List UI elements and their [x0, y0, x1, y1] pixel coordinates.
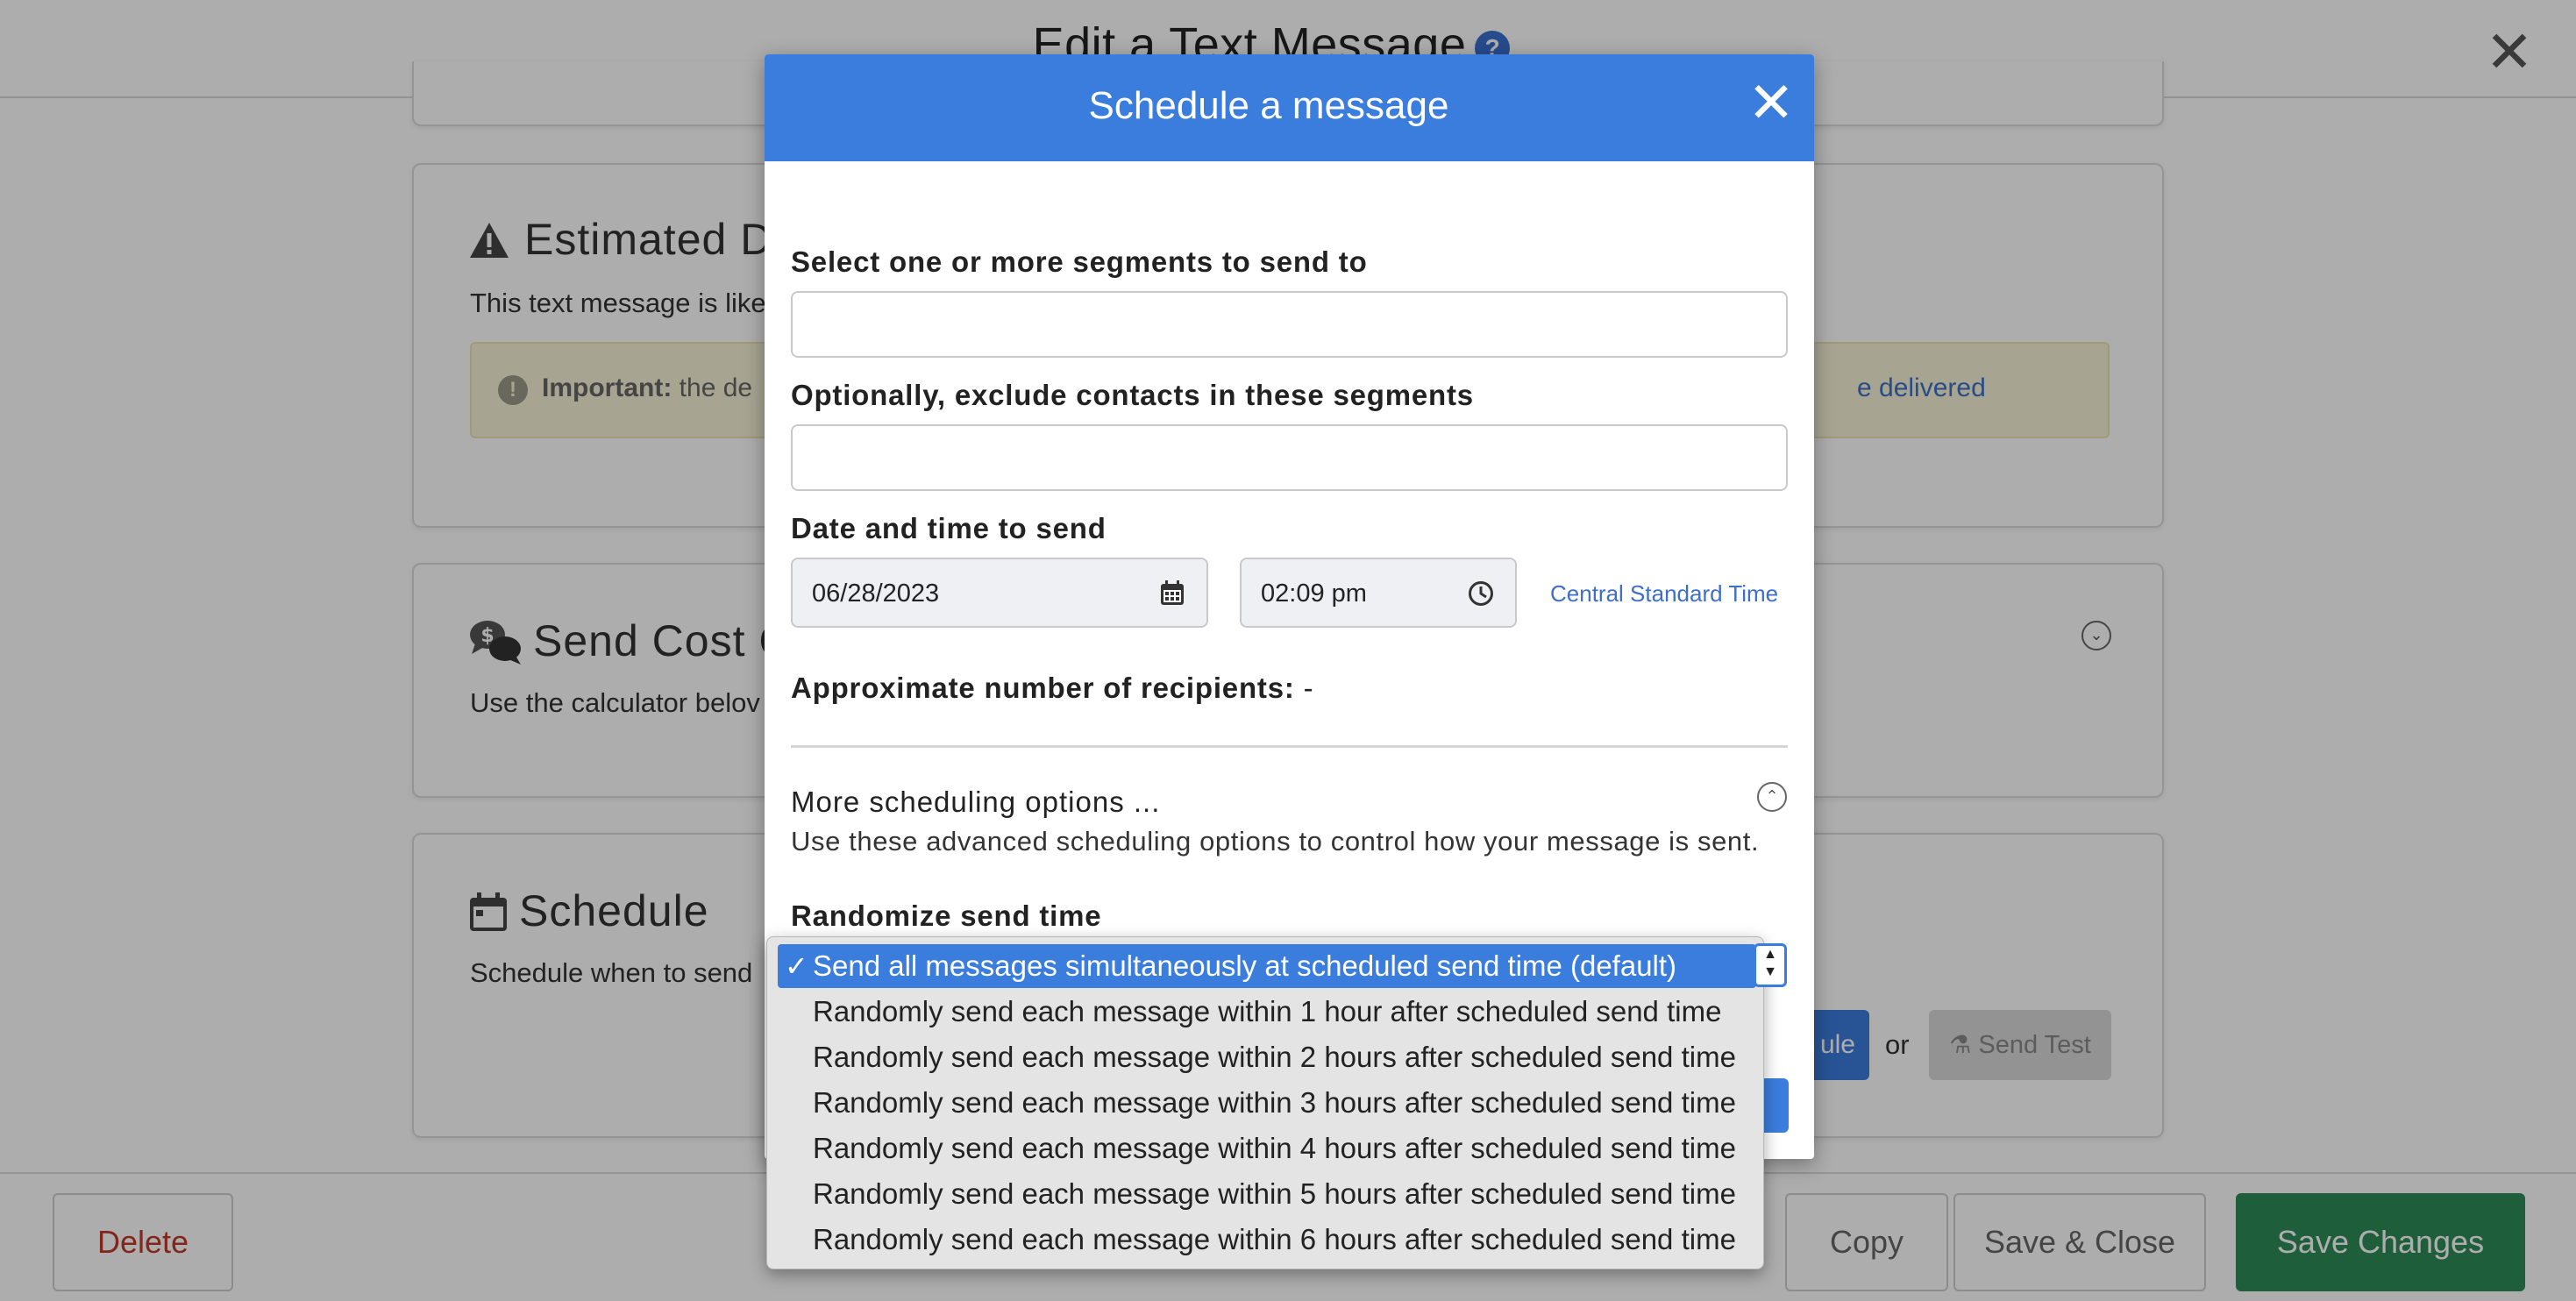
- randomize-option-1[interactable]: Randomly send each message within 1 hour…: [778, 990, 1756, 1034]
- date-input[interactable]: 06/28/2023: [791, 558, 1208, 628]
- time-value: 02:09 pm: [1261, 579, 1367, 608]
- modal-header: Schedule a message ✕: [765, 54, 1814, 161]
- recipients-value: -: [1303, 672, 1314, 704]
- randomize-dropdown-list[interactable]: ✓ Send all messages simultaneously at sc…: [766, 936, 1764, 1269]
- recipients-row: Approximate number of recipients: -: [791, 672, 1313, 705]
- randomize-option-5[interactable]: Randomly send each message within 5 hour…: [778, 1172, 1756, 1216]
- modal-close-icon[interactable]: ✕: [1745, 72, 1797, 133]
- datetime-label: Date and time to send: [791, 512, 1107, 544]
- select-stepper-icon[interactable]: ▲ ▼: [1754, 943, 1787, 987]
- segments-input[interactable]: [791, 291, 1788, 358]
- randomize-option-3[interactable]: Randomly send each message within 3 hour…: [778, 1081, 1756, 1125]
- exclude-input[interactable]: [791, 424, 1788, 491]
- randomize-option-0[interactable]: ✓ Send all messages simultaneously at sc…: [778, 944, 1756, 988]
- segments-label: Select one or more segments to send to: [791, 245, 1368, 278]
- more-options-title[interactable]: More scheduling options ...: [791, 786, 1160, 819]
- modal-divider: [791, 745, 1788, 748]
- recipients-label: Approximate number of recipients:: [791, 672, 1295, 704]
- exclude-label: Optionally, exclude contacts in these se…: [791, 379, 1474, 411]
- option-label: Randomly send each message within 2 hour…: [813, 1041, 1736, 1073]
- collapse-chevron-icon[interactable]: ⌃: [1757, 782, 1787, 812]
- option-label: Randomly send each message within 5 hour…: [813, 1177, 1736, 1210]
- clock-icon[interactable]: [1468, 580, 1494, 607]
- more-options-description: Use these advanced scheduling options to…: [791, 826, 1760, 857]
- option-label: Randomly send each message within 1 hour…: [813, 995, 1722, 1027]
- checkmark-icon: ✓: [785, 950, 808, 982]
- option-label: Randomly send each message within 3 hour…: [813, 1086, 1736, 1119]
- randomize-option-6[interactable]: Randomly send each message within 6 hour…: [778, 1218, 1756, 1262]
- randomize-option-2[interactable]: Randomly send each message within 2 hour…: [778, 1035, 1756, 1079]
- option-label: Randomly send each message within 6 hour…: [813, 1223, 1736, 1255]
- date-value: 06/28/2023: [812, 579, 940, 608]
- timezone-link[interactable]: Central Standard Time: [1550, 580, 1778, 608]
- time-input[interactable]: 02:09 pm: [1240, 558, 1517, 628]
- randomize-label: Randomize send time: [791, 899, 1102, 932]
- randomize-option-4[interactable]: Randomly send each message within 4 hour…: [778, 1127, 1756, 1170]
- modal-title: Schedule a message: [1088, 84, 1449, 127]
- calendar-icon[interactable]: [1161, 580, 1184, 605]
- option-label: Randomly send each message within 4 hour…: [813, 1132, 1736, 1164]
- option-label: Send all messages simultaneously at sche…: [813, 949, 1677, 982]
